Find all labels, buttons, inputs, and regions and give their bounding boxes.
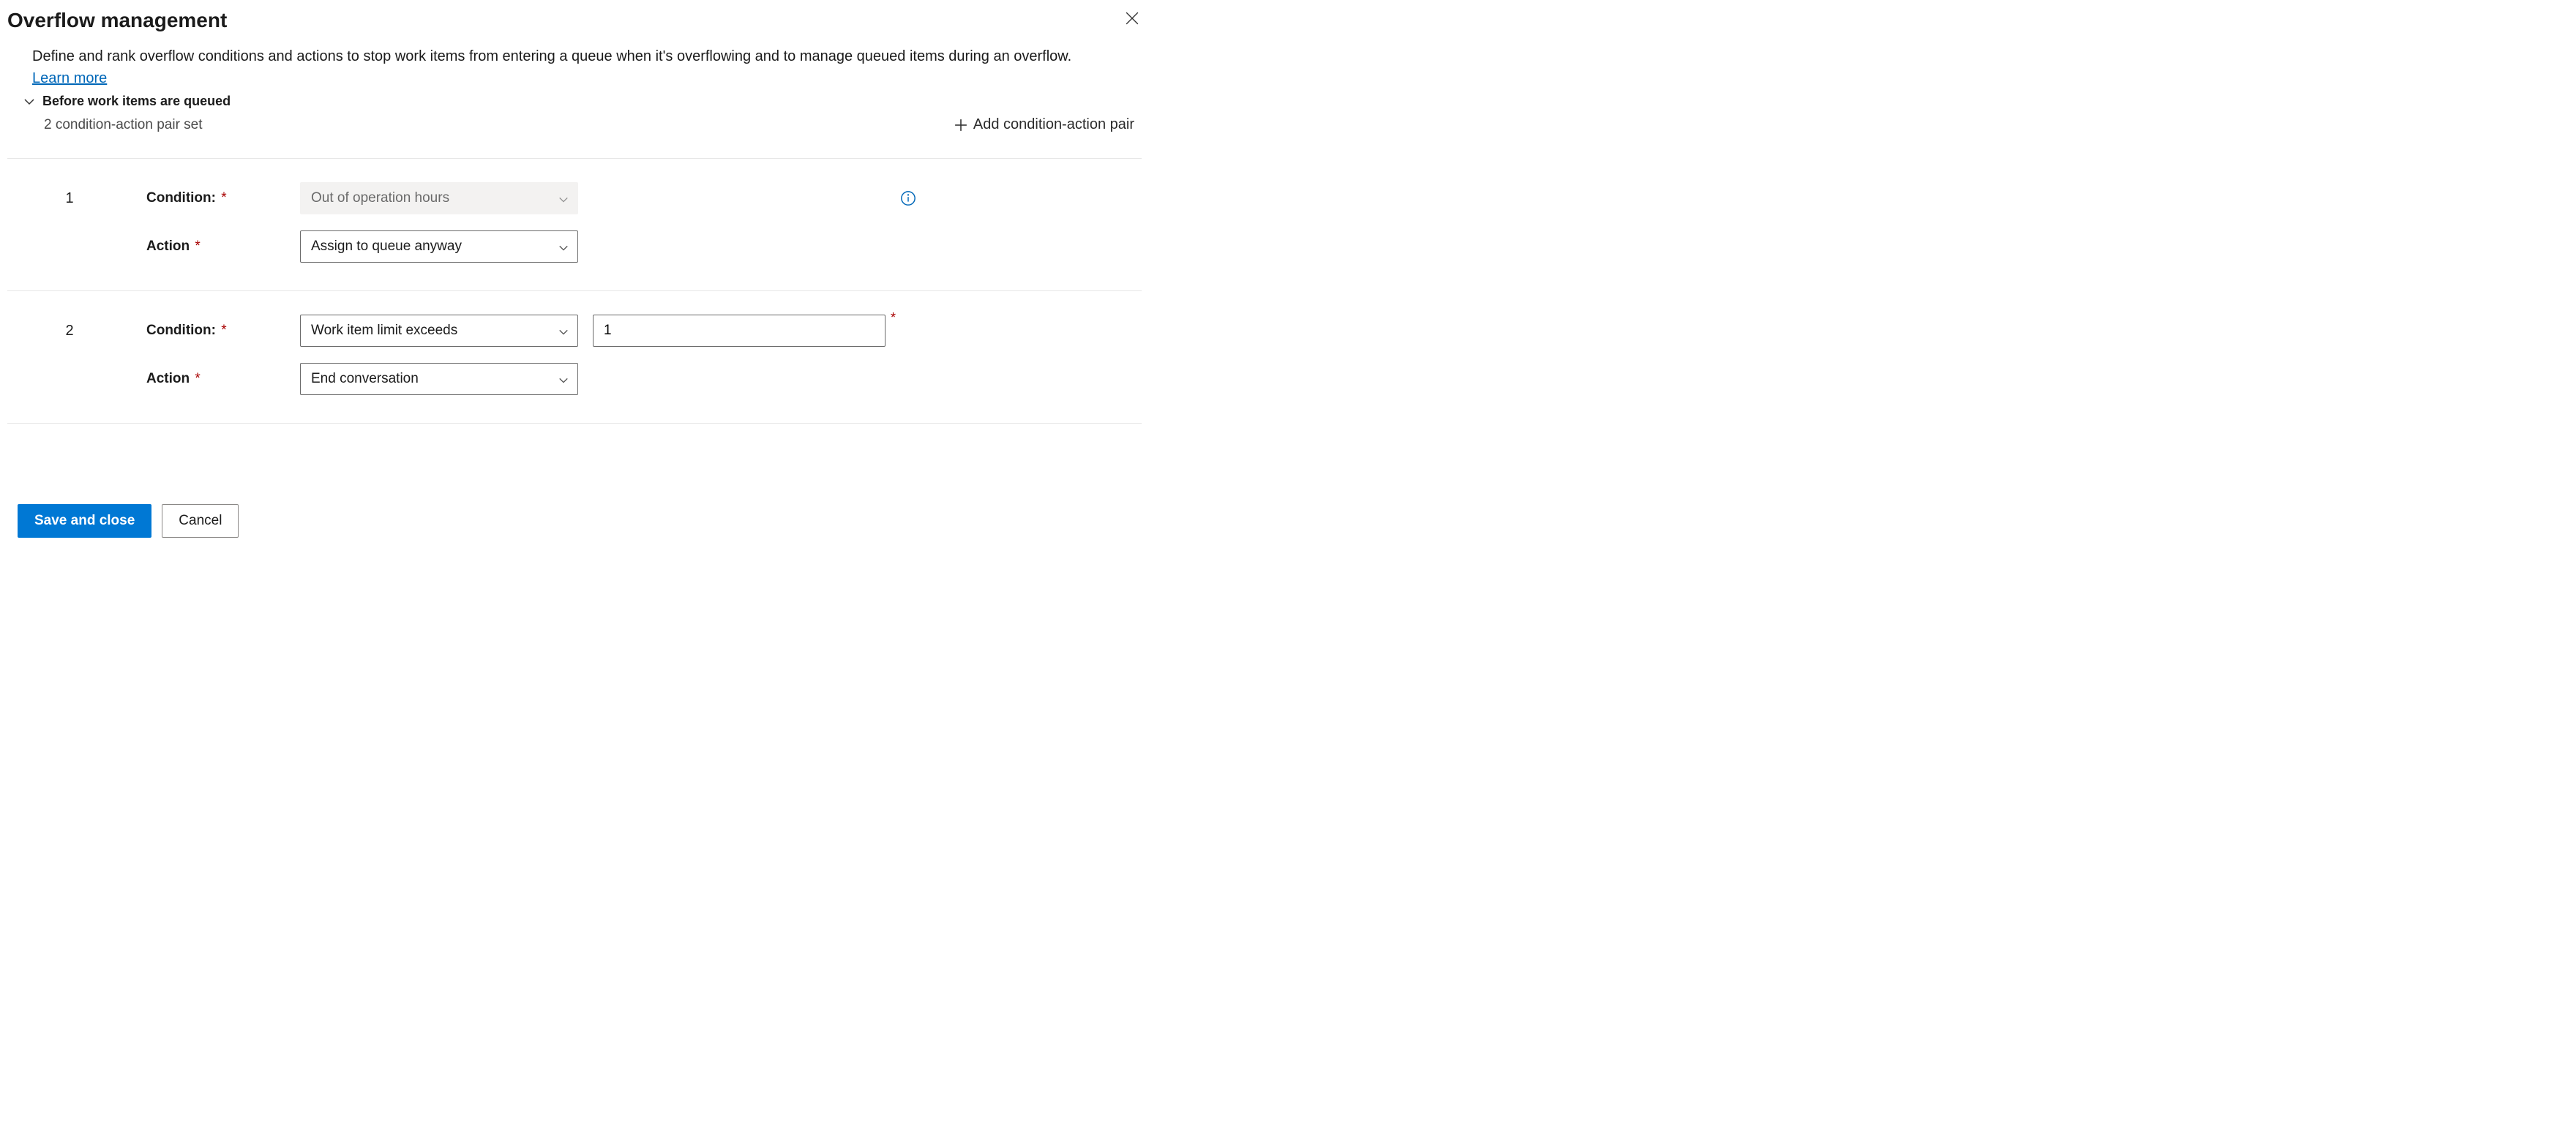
condition-action-pair: 1 Condition: * Out of operation hours Actio… — [7, 159, 1142, 291]
info-cell — [900, 190, 929, 206]
learn-more-link[interactable]: Learn more — [32, 70, 107, 86]
page-title: Overflow management — [7, 9, 227, 32]
chevron-down-icon — [23, 96, 35, 108]
action-label: Action * — [146, 239, 285, 255]
action-select[interactable]: Assign to queue anyway — [300, 230, 578, 263]
action-label: Action * — [146, 371, 285, 387]
condition-select[interactable]: Work item limit exceeds — [300, 315, 578, 347]
condition-label: Condition: * — [146, 323, 285, 339]
title-row: Overflow management — [7, 9, 1142, 32]
close-icon — [1126, 16, 1139, 27]
pair-index: 1 — [7, 190, 132, 207]
action-row: Action * End conversation — [7, 360, 1142, 398]
chevron-down-icon — [558, 374, 569, 384]
condition-value: Out of operation hours — [311, 190, 449, 206]
chevron-down-icon — [558, 326, 569, 336]
action-label-text: Action — [146, 239, 190, 254]
description-text: Define and rank overflow conditions and … — [32, 48, 1071, 64]
description: Define and rank overflow conditions and … — [32, 45, 1101, 89]
save-and-close-button[interactable]: Save and close — [18, 504, 151, 538]
condition-row: 1 Condition: * Out of operation hours — [7, 179, 1142, 217]
action-label-text: Action — [146, 371, 190, 386]
plus-icon — [954, 119, 967, 132]
chevron-down-icon — [558, 241, 569, 252]
required-mark: * — [195, 239, 200, 254]
condition-label-text: Condition: — [146, 323, 216, 338]
required-mark: * — [221, 190, 226, 206]
chevron-down-icon — [558, 193, 569, 203]
section-subtitle-row: 2 condition-action pair set Add conditio… — [44, 112, 1142, 138]
section-subtitle: 2 condition-action pair set — [44, 117, 203, 133]
add-condition-action-pair-button[interactable]: Add condition-action pair — [947, 112, 1142, 138]
condition-select: Out of operation hours — [300, 182, 578, 214]
section-title: Before work items are queued — [42, 94, 231, 109]
overflow-management-panel: Overflow management Define and rank over… — [0, 0, 1149, 555]
condition-label: Condition: * — [146, 190, 285, 206]
action-value: End conversation — [311, 371, 419, 387]
cancel-button[interactable]: Cancel — [162, 504, 239, 538]
action-select[interactable]: End conversation — [300, 363, 578, 395]
condition-value: Work item limit exceeds — [311, 323, 457, 339]
condition-action-pair: 2Condition: *Work item limit exceeds*Act… — [7, 291, 1142, 424]
condition-label-text: Condition: — [146, 190, 216, 206]
footer: Save and close Cancel — [7, 504, 1142, 538]
condition-value-input-wrapper: * — [593, 315, 886, 347]
close-button[interactable] — [1123, 9, 1142, 28]
required-mark: * — [891, 310, 896, 326]
add-pair-label: Add condition-action pair — [973, 116, 1134, 133]
condition-row: 2 Condition: * Work item limit exceeds * — [7, 312, 1142, 350]
pair-index: 2 — [7, 323, 132, 339]
required-mark: * — [221, 323, 226, 338]
action-value: Assign to queue anyway — [311, 239, 462, 255]
action-row: Action * Assign to queue anyway — [7, 228, 1142, 266]
section-header[interactable]: Before work items are queued — [23, 94, 1142, 109]
required-mark: * — [195, 371, 200, 386]
condition-value-input[interactable] — [593, 315, 886, 347]
condition-action-list: 1 Condition: * Out of operation hours Actio… — [7, 158, 1142, 424]
info-icon[interactable] — [900, 190, 916, 206]
